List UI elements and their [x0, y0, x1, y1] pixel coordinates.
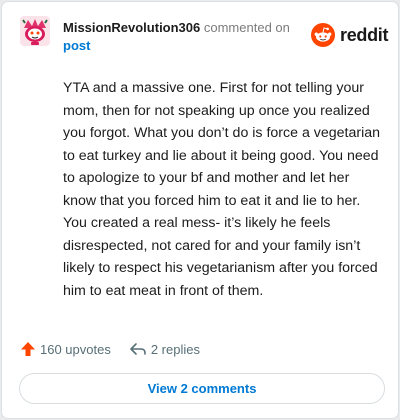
comment-card: MissionRevolution306 commented on post r… — [1, 1, 399, 419]
comment-body: YTA and a massive one. First for not tel… — [63, 80, 381, 299]
action-text: commented on — [203, 20, 290, 35]
username-link[interactable]: MissionRevolution306 — [63, 20, 200, 35]
reply-arrow-icon — [130, 343, 146, 355]
upvote-count: 160 upvotes — [40, 341, 111, 357]
comment-header: MissionRevolution306 commented on post — [63, 19, 303, 55]
reddit-wordmark: reddit — [340, 24, 389, 45]
upvote-button[interactable]: 160 upvotes — [20, 341, 111, 357]
replies-count: 2 replies — [150, 341, 200, 357]
upvote-arrow-icon — [21, 342, 35, 356]
comment-actions: 160 upvotes 2 replies — [20, 339, 200, 359]
reddit-snoo-icon — [311, 23, 335, 47]
post-link[interactable]: post — [63, 38, 90, 53]
replies-button[interactable]: 2 replies — [129, 341, 200, 357]
snoo-avatar-icon[interactable] — [19, 15, 51, 47]
view-comments-label: View 2 comments — [147, 381, 257, 396]
view-comments-button[interactable]: View 2 comments — [19, 373, 385, 404]
reddit-logo[interactable]: reddit — [311, 22, 389, 48]
